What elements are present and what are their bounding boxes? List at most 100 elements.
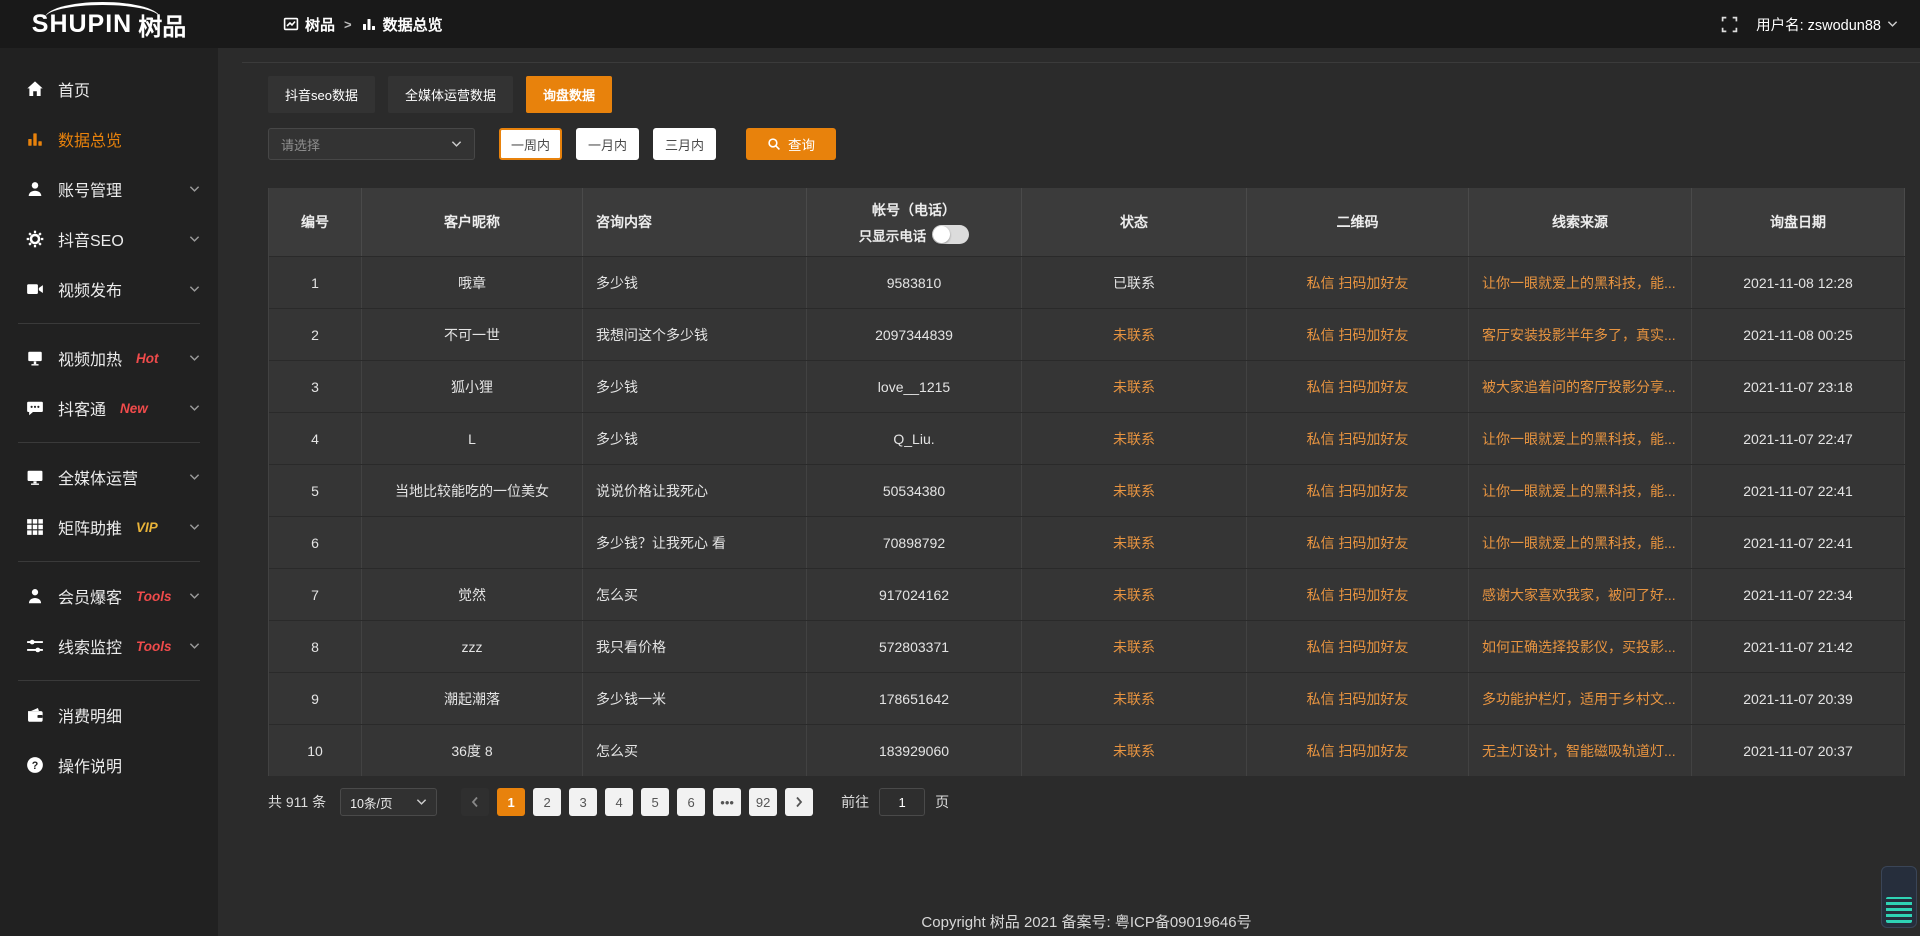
source-link[interactable]: 让你一眼就爱上的黑科技，能... bbox=[1469, 517, 1692, 568]
logo: SHUPIN 树品 bbox=[0, 0, 218, 48]
qrcode-links[interactable]: 私信 扫码加好友 bbox=[1247, 621, 1469, 672]
equalizer-icon bbox=[1886, 897, 1912, 923]
page-size-select[interactable]: 10条/页 bbox=[340, 788, 437, 816]
source-link[interactable]: 让你一眼就爱上的黑科技，能... bbox=[1469, 257, 1692, 308]
qrcode-links[interactable]: 私信 扫码加好友 bbox=[1247, 257, 1469, 308]
range-button-three-months[interactable]: 三月内 bbox=[653, 128, 716, 160]
sidebar-item-video-publish[interactable]: 视频发布 bbox=[0, 264, 218, 314]
sidebar-item-member-burst[interactable]: 会员爆客 Tools bbox=[0, 571, 218, 621]
cell-serial: 6 bbox=[269, 517, 362, 568]
cell-serial: 10 bbox=[269, 725, 362, 776]
page-button-2[interactable]: 2 bbox=[533, 788, 561, 816]
chevron-down-icon bbox=[189, 185, 200, 193]
qrcode-links[interactable]: 私信 扫码加好友 bbox=[1247, 413, 1469, 464]
qrcode-links[interactable]: 私信 扫码加好友 bbox=[1247, 725, 1469, 776]
sidebar-divider bbox=[18, 442, 200, 443]
source-link[interactable]: 感谢大家喜欢我家，被问了好... bbox=[1469, 569, 1692, 620]
user-icon bbox=[26, 180, 44, 198]
next-page-button[interactable] bbox=[785, 788, 813, 816]
cell-content: 说说价格让我死心 bbox=[583, 465, 807, 516]
sidebar-item-home[interactable]: 首页 bbox=[0, 64, 218, 114]
cell-nickname bbox=[362, 517, 583, 568]
range-button-one-month[interactable]: 一月内 bbox=[576, 128, 639, 160]
video-icon bbox=[26, 280, 44, 298]
page-button-3[interactable]: 3 bbox=[569, 788, 597, 816]
sidebar-item-label: 首页 bbox=[58, 77, 90, 101]
page-button-4[interactable]: 4 bbox=[605, 788, 633, 816]
qrcode-links[interactable]: 私信 扫码加好友 bbox=[1247, 309, 1469, 360]
phone-only-toggle[interactable] bbox=[932, 225, 969, 244]
data-tabs: 抖音seo数据全媒体运营数据询盘数据 bbox=[268, 76, 1905, 113]
sidebar-item-data-overview[interactable]: 数据总览 bbox=[0, 114, 218, 164]
sidebar-item-douyin-seo[interactable]: 抖音SEO bbox=[0, 214, 218, 264]
cell-content: 多少钱 bbox=[583, 257, 807, 308]
chevron-left-icon bbox=[471, 796, 479, 808]
qrcode-links[interactable]: 私信 扫码加好友 bbox=[1247, 465, 1469, 516]
logo-arc bbox=[45, 2, 160, 18]
tab-omni-media-data[interactable]: 全媒体运营数据 bbox=[388, 76, 513, 113]
sidebar-item-consumption-detail[interactable]: 消费明细 bbox=[0, 690, 218, 740]
sidebar-item-operation-guide[interactable]: ? 操作说明 bbox=[0, 740, 218, 790]
goto-page-input[interactable] bbox=[879, 788, 925, 816]
cell-serial: 8 bbox=[269, 621, 362, 672]
sidebar-item-omni-media[interactable]: 全媒体运营 bbox=[0, 452, 218, 502]
sidebar-item-matrix-boost[interactable]: 矩阵助推 VIP bbox=[0, 502, 218, 552]
tab-douyin-seo-data[interactable]: 抖音seo数据 bbox=[268, 76, 375, 113]
cell-serial: 2 bbox=[269, 309, 362, 360]
user-menu[interactable]: 用户名: zswodun88 bbox=[1756, 14, 1898, 35]
breadcrumb-label: 树品 bbox=[305, 14, 335, 35]
status-badge: 未联系 bbox=[1022, 517, 1247, 568]
breadcrumb-item-brand[interactable]: 树品 bbox=[283, 14, 335, 35]
source-link[interactable]: 多功能护栏灯，适用于乡村文... bbox=[1469, 673, 1692, 724]
status-badge: 未联系 bbox=[1022, 673, 1247, 724]
sidebar-item-label: 会员爆客 bbox=[58, 584, 122, 608]
source-link[interactable]: 让你一眼就爱上的黑科技，能... bbox=[1469, 465, 1692, 516]
category-select[interactable]: 请选择 bbox=[268, 128, 475, 160]
cell-date: 2021-11-08 00:25 bbox=[1692, 309, 1905, 360]
table-row: 7 觉然 怎么买 917024162 未联系 私信 扫码加好友 感谢大家喜欢我家… bbox=[269, 568, 1905, 620]
sidebar-item-label: 矩阵助推 bbox=[58, 515, 122, 539]
page-button-92[interactable]: 92 bbox=[749, 788, 777, 816]
qrcode-links[interactable]: 私信 扫码加好友 bbox=[1247, 361, 1469, 412]
wallet-icon bbox=[26, 706, 44, 724]
page-button-5[interactable]: 5 bbox=[641, 788, 669, 816]
table-row: 6 多少钱？让我死心 看 70898792 未联系 私信 扫码加好友 让你一眼就… bbox=[269, 516, 1905, 568]
status-badge: 未联系 bbox=[1022, 621, 1247, 672]
phone-toggle-label: 只显示电话 bbox=[859, 225, 927, 245]
cell-account: 917024162 bbox=[807, 569, 1022, 620]
query-button[interactable]: 查询 bbox=[746, 128, 836, 160]
breadcrumb-item-data-overview[interactable]: 数据总览 bbox=[361, 14, 443, 35]
cell-content: 怎么买 bbox=[583, 569, 807, 620]
source-link[interactable]: 无主灯设计，智能磁吸轨道灯... bbox=[1469, 725, 1692, 776]
sidebar-item-account-management[interactable]: 账号管理 bbox=[0, 164, 218, 214]
cell-date: 2021-11-07 22:34 bbox=[1692, 569, 1905, 620]
fullscreen-icon[interactable] bbox=[1721, 16, 1738, 33]
table-row: 4 L 多少钱 Q_Liu. 未联系 私信 扫码加好友 让你一眼就爱上的黑科技，… bbox=[269, 412, 1905, 464]
qrcode-links[interactable]: 私信 扫码加好友 bbox=[1247, 569, 1469, 620]
source-link[interactable]: 如何正确选择投影仪，买投影... bbox=[1469, 621, 1692, 672]
sidebar-item-clue-monitor[interactable]: 线索监控 Tools bbox=[0, 621, 218, 671]
sidebar-item-video-heating[interactable]: 视频加热 Hot bbox=[0, 333, 218, 383]
cell-content: 我只看价格 bbox=[583, 621, 807, 672]
chevron-down-icon bbox=[189, 354, 200, 362]
cell-account: 9583810 bbox=[807, 257, 1022, 308]
range-label: 一月内 bbox=[588, 135, 627, 154]
qrcode-links[interactable]: 私信 扫码加好友 bbox=[1247, 673, 1469, 724]
qrcode-links[interactable]: 私信 扫码加好友 bbox=[1247, 517, 1469, 568]
floating-widget[interactable] bbox=[1881, 866, 1917, 928]
prev-page-button[interactable] bbox=[461, 788, 489, 816]
range-button-one-week[interactable]: 一周内 bbox=[499, 128, 562, 160]
source-link[interactable]: 客厅安装投影半年多了，真实... bbox=[1469, 309, 1692, 360]
source-link[interactable]: 被大家追着问的客厅投影分享... bbox=[1469, 361, 1692, 412]
source-link[interactable]: 让你一眼就爱上的黑科技，能... bbox=[1469, 413, 1692, 464]
page-ellipsis-button[interactable]: ••• bbox=[713, 788, 741, 816]
topbar-right: 用户名: zswodun88 bbox=[1721, 14, 1920, 35]
page-button-1[interactable]: 1 bbox=[497, 788, 525, 816]
chevron-down-icon bbox=[189, 642, 200, 650]
cell-serial: 1 bbox=[269, 257, 362, 308]
page-button-6[interactable]: 6 bbox=[677, 788, 705, 816]
status-badge: 未联系 bbox=[1022, 413, 1247, 464]
chevron-down-icon bbox=[189, 404, 200, 412]
sidebar-item-douketong[interactable]: 抖客通 New bbox=[0, 383, 218, 433]
tab-inquiry-data[interactable]: 询盘数据 bbox=[526, 76, 612, 113]
